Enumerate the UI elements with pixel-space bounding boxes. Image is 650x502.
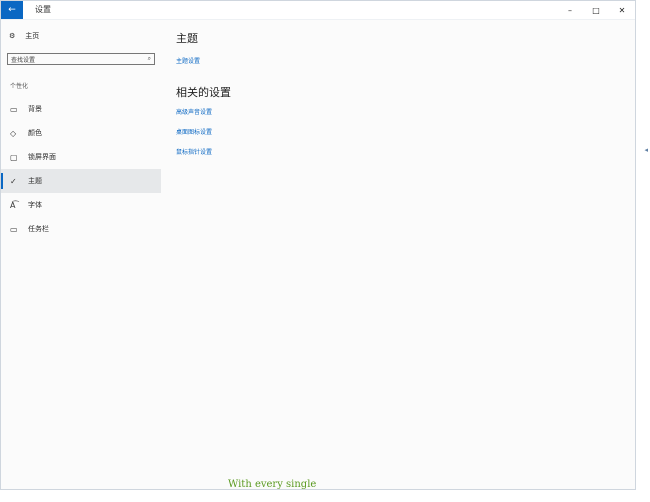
- sidebar-item-label: 颜色: [28, 129, 42, 137]
- sidebar-home[interactable]: ⚙ 主页: [9, 31, 39, 41]
- search-icon[interactable]: ⌕: [148, 55, 151, 63]
- sidebar-item-colors[interactable]: ◇ 颜色: [1, 121, 161, 145]
- search-input[interactable]: 查找设置 ⌕: [7, 53, 155, 65]
- sidebar-item-label: 主题: [28, 177, 42, 185]
- palette-icon: ◇: [10, 128, 17, 138]
- back-arrow-icon: ←: [8, 5, 16, 15]
- sidebar-item-fonts[interactable]: A͡ 字体: [1, 193, 161, 217]
- edge-arrow-icon: ◂: [644, 146, 648, 154]
- sidebar-item-label: 背景: [28, 105, 42, 113]
- sidebar-item-themes[interactable]: ✓ 主题: [1, 169, 161, 193]
- sidebar-item-label: 任务栏: [28, 225, 49, 233]
- related-settings-title: 相关的设置: [176, 86, 231, 99]
- sidebar-item-background[interactable]: ▭ 背景: [1, 97, 161, 121]
- sidebar-item-taskbar[interactable]: ▭ 任务栏: [1, 217, 161, 241]
- section-label: 个性化: [10, 83, 29, 90]
- picture-icon: ▭: [10, 104, 18, 114]
- home-label: 主页: [25, 32, 40, 40]
- back-button[interactable]: ←: [1, 1, 23, 19]
- theme-settings-link[interactable]: 主题设置: [176, 56, 200, 65]
- settings-window: ← 设置 – □ ✕ ⚙ 主页 查找设置 ⌕ 个性化 ▭ 背景 ◇ 颜色 ▢ 锁…: [0, 0, 636, 490]
- caption-text: With every single: [228, 479, 317, 490]
- taskbar-icon: ▭: [10, 224, 18, 234]
- page-title: 主题: [176, 32, 198, 45]
- window-title: 设置: [35, 5, 51, 14]
- close-button[interactable]: ✕: [609, 1, 635, 19]
- mouse-pointer-settings-link[interactable]: 鼠标指针设置: [176, 147, 212, 156]
- title-bar: ← 设置 – □ ✕: [1, 1, 635, 20]
- search-placeholder: 查找设置: [11, 56, 36, 64]
- sidebar-item-lockscreen[interactable]: ▢ 锁屏界面: [1, 145, 161, 169]
- font-icon: A͡: [10, 200, 16, 210]
- sidebar-item-label: 锁屏界面: [28, 153, 56, 161]
- desktop-icon-settings-link[interactable]: 桌面图标设置: [176, 127, 212, 136]
- gear-icon: ⚙: [9, 32, 16, 40]
- lock-screen-icon: ▢: [10, 152, 18, 162]
- minimize-button[interactable]: –: [557, 1, 583, 19]
- window-controls: – □ ✕: [557, 1, 635, 19]
- sidebar: ⚙ 主页 查找设置 ⌕ 个性化 ▭ 背景 ◇ 颜色 ▢ 锁屏界面 ✓ 主题 A͡…: [1, 19, 161, 489]
- sidebar-item-label: 字体: [28, 201, 42, 209]
- sidebar-nav: ▭ 背景 ◇ 颜色 ▢ 锁屏界面 ✓ 主题 A͡ 字体 ▭ 任务栏: [1, 97, 161, 241]
- maximize-button[interactable]: □: [583, 1, 609, 19]
- brush-icon: ✓: [10, 176, 17, 186]
- advanced-sound-settings-link[interactable]: 高级声音设置: [176, 107, 212, 116]
